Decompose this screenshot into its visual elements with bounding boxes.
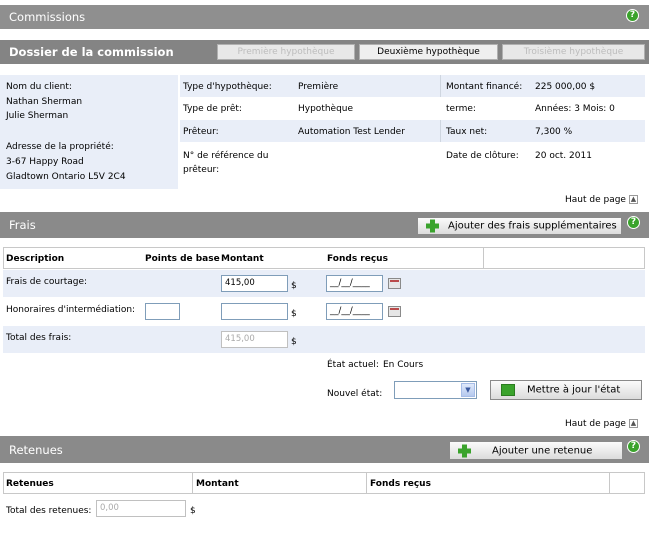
divider [609, 472, 610, 494]
frais-title: Frais [9, 218, 36, 232]
back-to-top-link[interactable]: Haut de page ▲ [565, 195, 638, 205]
type-pret-label: Type de prêt: [183, 104, 242, 114]
frais-table-header [3, 247, 645, 269]
divider [366, 472, 367, 494]
client-label: Nom du client: [6, 82, 72, 92]
back-to-top-link[interactable]: Haut de page ▲ [565, 419, 638, 429]
reference-label-1: N° de référence du [183, 151, 269, 161]
honoraires-label: Honoraires d'intermédiation: [6, 305, 136, 315]
table-row [3, 270, 645, 297]
commissions-title: Commissions [9, 10, 86, 24]
retenues-header: Retenues Ajouter une retenue ? [0, 436, 649, 463]
total-frais-label: Total des frais: [6, 333, 72, 343]
back-to-top-label: Haut de page [565, 419, 626, 429]
frais-courtage-date-input[interactable]: __/__/____ [326, 275, 383, 292]
tab-troisieme-hypotheque: Troisième hypothèque [502, 44, 645, 60]
header-montant: Montant [196, 479, 239, 489]
update-status-button[interactable]: Mettre à jour l'état [490, 380, 642, 400]
total-frais-input: 415,00 [221, 331, 288, 348]
plus-icon [426, 219, 439, 233]
header-montant: Montant [221, 254, 264, 264]
back-to-top-label: Haut de page [565, 195, 626, 205]
honoraires-montant-input[interactable] [221, 303, 288, 320]
frais-courtage-montant-input[interactable]: 415,00 [221, 275, 288, 292]
add-frais-label: Ajouter des frais supplémentaires [448, 220, 617, 232]
address-line-2: Gladtown Ontario L5V 2C4 [6, 172, 126, 182]
honoraires-points-input[interactable] [145, 303, 180, 320]
divider [192, 472, 193, 494]
preteur-value: Automation Test Lender [298, 127, 405, 137]
tab-premiere-hypotheque: Première hypothèque [217, 44, 355, 60]
help-icon[interactable]: ? [627, 440, 640, 453]
calendar-icon[interactable] [388, 278, 401, 289]
add-retenue-label: Ajouter une retenue [492, 445, 593, 456]
header-fonds-recus: Fonds reçus [370, 479, 431, 489]
add-retenue-button[interactable]: Ajouter une retenue [449, 441, 623, 460]
header-fonds-recus: Fonds reçus [327, 254, 388, 264]
preteur-label: Prêteur: [183, 127, 219, 137]
reference-label-2: prêteur: [183, 165, 220, 175]
refresh-icon [501, 384, 515, 396]
divider [440, 120, 441, 142]
taux-net-value: 7,300 % [535, 127, 573, 137]
taux-net-label: Taux net: [446, 127, 488, 137]
help-icon[interactable]: ? [626, 9, 639, 22]
header-retenues: Retenues [6, 479, 54, 489]
currency-symbol: $ [291, 337, 297, 347]
type-hypotheque-label: Type d'hypothèque: [183, 82, 272, 92]
client-name-2: Julie Sherman [6, 111, 69, 121]
total-retenues-input: 0,00 [96, 500, 186, 517]
retenues-title: Retenues [9, 442, 63, 457]
currency-symbol: $ [291, 281, 297, 291]
total-retenues-label: Total des retenues: [6, 506, 92, 516]
help-icon[interactable]: ? [627, 216, 640, 229]
nouvel-etat-select[interactable]: ▼ [394, 381, 477, 399]
etat-actuel-value: En Cours [383, 360, 424, 370]
currency-symbol: $ [190, 506, 196, 516]
commissions-header: Commissions ? [0, 5, 649, 29]
terme-label: terme: [446, 104, 476, 114]
montant-finance-value: 225 000,00 $ [535, 82, 596, 92]
add-frais-button[interactable]: Ajouter des frais supplémentaires [417, 217, 622, 235]
retenues-table-header [3, 472, 645, 494]
tab-deuxieme-hypotheque[interactable]: Deuxième hypothèque [359, 44, 498, 60]
divider [440, 75, 441, 97]
type-pret-value: Hypothèque [298, 104, 354, 114]
details-row-3 [180, 120, 645, 142]
total-frais-row [3, 326, 645, 353]
arrow-up-icon: ▲ [628, 195, 638, 204]
calendar-icon[interactable] [388, 306, 401, 317]
address-line-1: 3-67 Happy Road [6, 157, 84, 167]
terme-value: Années: 3 Mois: 0 [535, 104, 615, 114]
nouvel-etat-label: Nouvel état: [327, 389, 383, 399]
header-description: Description [6, 254, 65, 264]
montant-finance-label: Montant financé: [446, 82, 523, 92]
arrow-up-icon: ▲ [628, 419, 638, 428]
frais-courtage-label: Frais de courtage: [6, 277, 88, 287]
dossier-title: Dossier de la commission [9, 45, 174, 59]
divider [483, 247, 484, 269]
type-hypotheque-value: Première [298, 82, 339, 92]
client-name-1: Nathan Sherman [6, 97, 83, 107]
chevron-down-icon[interactable]: ▼ [461, 383, 475, 397]
header-points-base: Points de base [145, 254, 220, 264]
honoraires-date-input[interactable]: __/__/____ [326, 303, 383, 320]
etat-actuel-label: État actuel: [327, 360, 379, 370]
update-status-label: Mettre à jour l'état [527, 384, 621, 396]
plus-icon [458, 444, 471, 457]
address-label: Adresse de la propriété: [6, 142, 114, 152]
date-cloture-value: 20 oct. 2011 [535, 151, 592, 161]
frais-header: Frais Ajouter des frais supplémentaires … [0, 212, 649, 238]
currency-symbol: $ [291, 309, 297, 319]
dossier-header: Dossier de la commission Première hypoth… [0, 40, 649, 64]
date-cloture-label: Date de clôture: [446, 151, 519, 161]
